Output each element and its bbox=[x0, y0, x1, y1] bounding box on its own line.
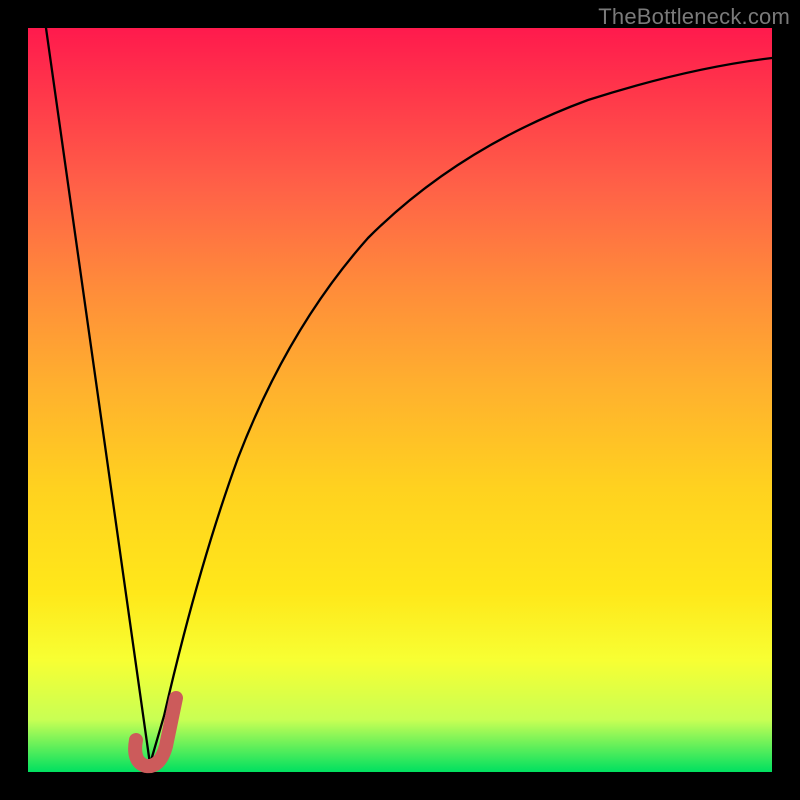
chart-svg bbox=[28, 28, 772, 772]
watermark-text: TheBottleneck.com bbox=[598, 4, 790, 30]
chart-frame: TheBottleneck.com bbox=[0, 0, 800, 800]
bottleneck-curve-right bbox=[150, 58, 772, 764]
bottleneck-curve-left bbox=[46, 28, 150, 764]
